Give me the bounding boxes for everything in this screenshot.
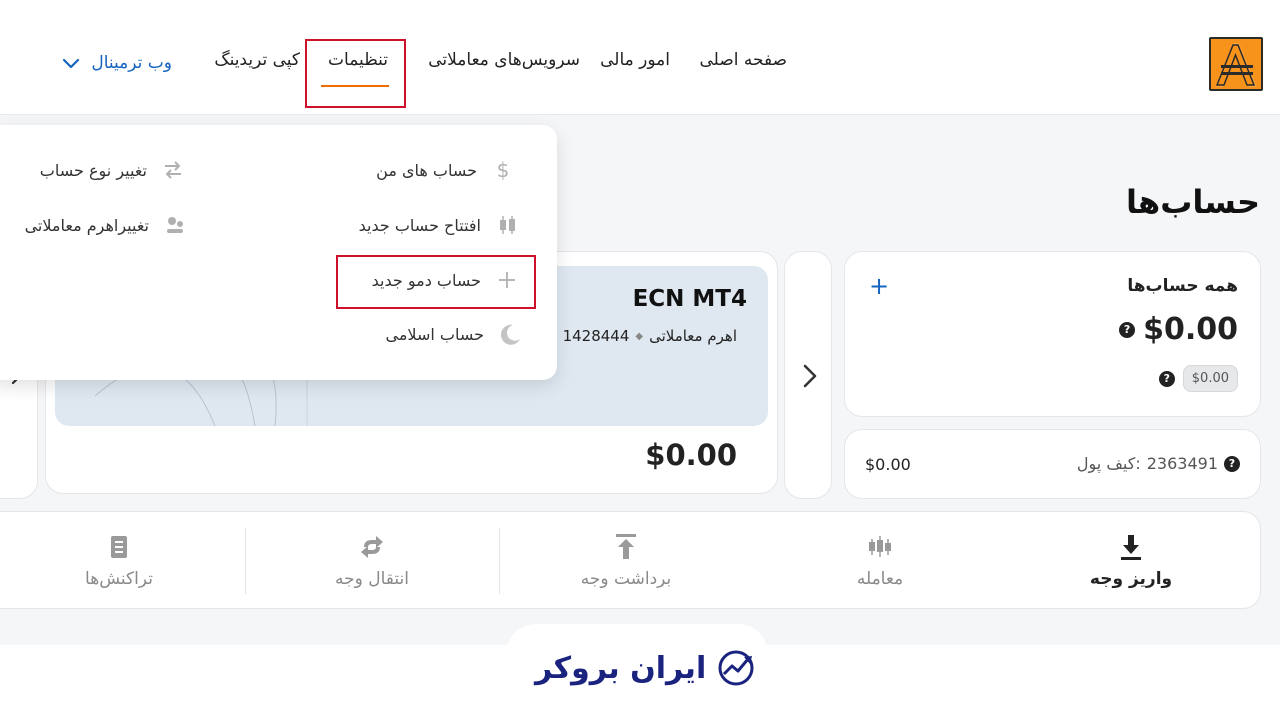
action-withdraw-label: برداشت وجه [580, 569, 672, 589]
nav-trading-services[interactable]: سرویس‌های معاملاتی [428, 50, 580, 76]
nav-home[interactable]: صفحه اصلی [700, 50, 787, 76]
transfer-icon [361, 536, 383, 558]
action-divider [499, 528, 500, 594]
ecn-account-meta: 1428444 ◆ اهرم معاملاتی [563, 327, 737, 345]
menu-item-label: حساب اسلامی [385, 324, 485, 344]
wallet-info: کیف پول: 2363491 ? [1077, 454, 1240, 473]
help-icon[interactable]: ? [1224, 455, 1240, 472]
help-icon[interactable]: ? [1119, 321, 1136, 338]
menu-item-label: تغییراهرم معاملاتی [24, 215, 149, 235]
nav-web-terminal-label: وب ترمینال [91, 53, 172, 73]
all-accounts-card[interactable]: همه حساب‌ها + ? $0.00 ? $0.00 [844, 251, 1261, 417]
menu-item-label: حساب دمو جدید [371, 270, 481, 290]
menu-item-islamic-account[interactable]: حساب اسلامی [386, 322, 523, 346]
chevron-right-icon [803, 364, 817, 388]
leverage-icon [167, 217, 183, 233]
menu-item-label: تغییر نوع حساب [39, 160, 147, 180]
ecn-account-name: ECN MT4 [632, 286, 747, 312]
brand-watermark: ایران بروکر [535, 645, 756, 691]
plus-icon [499, 272, 515, 288]
action-divider [245, 528, 246, 594]
menu-item-change-leverage[interactable]: تغییراهرم معاملاتی [25, 213, 187, 237]
swap-icon [165, 161, 181, 179]
withdraw-icon [616, 534, 636, 559]
nav-finance[interactable]: امور مالی [600, 50, 670, 76]
quick-actions-bar: واریز وجه معامله برداشت وجه انتقال وجه ت… [0, 511, 1261, 609]
action-transfer-label: انتقال وجه [335, 569, 409, 589]
action-trade[interactable]: معامله [770, 512, 990, 610]
action-transactions[interactable]: تراکنش‌ها [9, 512, 229, 610]
nav-settings[interactable]: تنظیمات [328, 50, 388, 76]
moon-icon [500, 324, 520, 345]
wallet-label: کیف پول: [1076, 454, 1141, 473]
action-transfer[interactable]: انتقال وجه [262, 512, 482, 610]
all-accounts-title: همه حساب‌ها [1127, 276, 1238, 296]
wallet-card[interactable]: کیف پول: 2363491 ? $0.00 [844, 429, 1261, 499]
ecn-account-number: 1428444 [562, 327, 630, 345]
nav-web-terminal[interactable]: وب ترمینال [61, 50, 172, 76]
separator-dot: ◆ [635, 330, 644, 342]
logo-a-icon [1215, 43, 1257, 87]
sub-balance-pill: $0.00 [1182, 365, 1238, 392]
svg-text:$: $ [497, 158, 510, 182]
action-deposit-label: واریز وجه [1089, 569, 1173, 589]
menu-item-change-type[interactable]: تغییر نوع حساب [40, 158, 185, 182]
help-icon[interactable]: ? [1158, 370, 1175, 387]
deposit-icon [1121, 535, 1141, 560]
all-accounts-balance-value: $0.00 [1143, 312, 1238, 347]
menu-item-label: افتتاح حساب جدید [358, 215, 481, 235]
settings-dropdown-menu: $ حساب های من افتتاح حساب جدید حساب دمو … [0, 125, 557, 380]
dollar-icon: $ [497, 158, 510, 182]
action-trade-label: معامله [856, 569, 904, 589]
all-accounts-sub-balance: ? $0.00 [1158, 365, 1238, 392]
action-deposit[interactable]: واریز وجه [1021, 512, 1241, 610]
wallet-id: 2363491 [1146, 454, 1218, 473]
ecn-leverage-label: اهرم معاملاتی [649, 327, 737, 345]
brand-chart-icon [718, 650, 754, 686]
brand-name: ایران بروکر [535, 650, 707, 686]
chevron-down-icon [63, 58, 80, 69]
wallet-balance: $0.00 [865, 455, 911, 474]
ecn-balance: $0.00 [645, 438, 737, 472]
all-accounts-balance: ? $0.00 [1119, 312, 1238, 347]
candles-icon [500, 216, 515, 234]
page-title: حساب‌ها [1126, 183, 1260, 221]
menu-item-open-account[interactable]: افتتاح حساب جدید [359, 213, 519, 237]
active-tab-underline [321, 85, 389, 87]
action-withdraw[interactable]: برداشت وجه [516, 512, 736, 610]
plus-icon[interactable]: + [869, 272, 889, 300]
menu-item-label: حساب های من [376, 160, 477, 180]
menu-item-my-accounts[interactable]: $ حساب های من [376, 158, 515, 182]
transactions-icon [111, 536, 127, 558]
carousel-next-button[interactable] [784, 251, 832, 499]
menu-item-demo-account[interactable]: حساب دمو جدید [372, 268, 519, 292]
action-divider [990, 528, 991, 594]
nav-copy-trading[interactable]: کپی تریدینگ [214, 50, 300, 76]
top-header: صفحه اصلی امور مالی سرویس‌های معاملاتی ت… [0, 0, 1280, 115]
site-logo[interactable] [1209, 37, 1263, 91]
candles-icon [869, 536, 891, 557]
action-transactions-label: تراکنش‌ها [85, 569, 153, 589]
